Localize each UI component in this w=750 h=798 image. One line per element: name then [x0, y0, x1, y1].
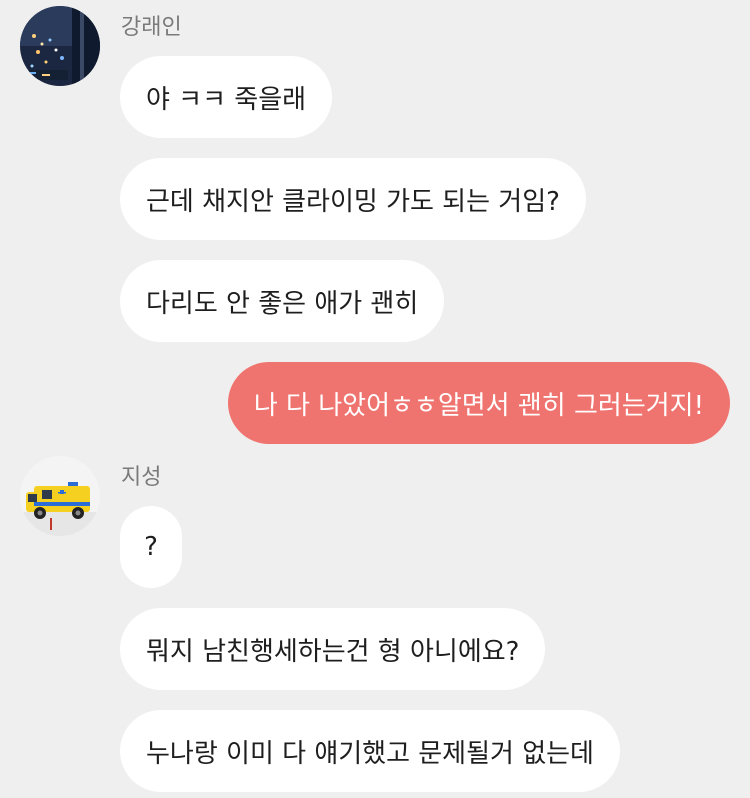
sender-name: 강래인	[121, 15, 182, 40]
my-message-bubble[interactable]: 나 다 나았어ㅎㅎ알면서 괜히 그러는거지!	[227, 362, 730, 444]
message-bubble[interactable]: 야 ㅋㅋ 죽을래	[120, 56, 333, 138]
message-bubble[interactable]: 누나랑 이미 다 얘기했고 문제될거 없는데	[120, 710, 620, 792]
message-bubble[interactable]: 근데 채지안 클라이밍 가도 되는 거임?	[120, 158, 586, 240]
sender-name: 지성	[121, 465, 162, 490]
message-bubble[interactable]: ?	[120, 506, 182, 588]
message-bubble[interactable]: 다리도 안 좋은 애가 괜히	[120, 260, 445, 342]
night-city-avatar-image	[20, 6, 100, 86]
chat-view: 강래인 야 ㅋㅋ 죽을래 근데 채지안 클라이밍 가도 되는 거임? 다리도 안…	[0, 0, 750, 798]
avatar[interactable]	[20, 6, 100, 86]
toy-ambulance-avatar-image	[20, 456, 100, 536]
message-bubble[interactable]: 뭐지 남친행세하는건 형 아니에요?	[120, 608, 546, 690]
avatar[interactable]	[20, 456, 100, 536]
